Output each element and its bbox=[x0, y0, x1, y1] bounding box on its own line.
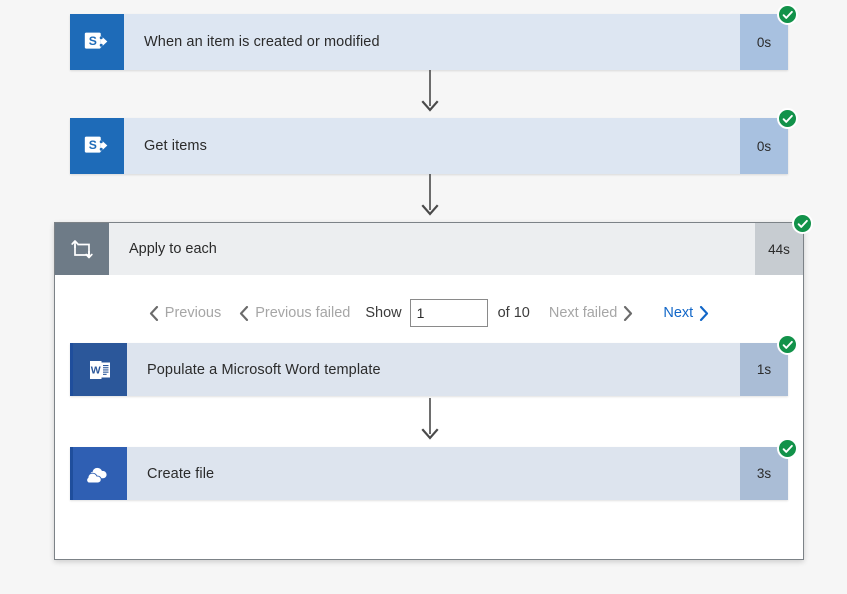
check-circle-icon bbox=[777, 334, 798, 355]
loop-iteration-pager: Previous Previous failed Show of 10 Next… bbox=[55, 291, 803, 335]
check-circle-icon bbox=[777, 438, 798, 459]
flow-step-title: Populate a Microsoft Word template bbox=[147, 361, 381, 378]
apply-to-each-title: Apply to each bbox=[129, 241, 217, 257]
svg-text:W: W bbox=[91, 364, 101, 376]
next-failed-button[interactable]: Next failed bbox=[540, 305, 643, 321]
apply-to-each-header[interactable]: Apply to each 44s bbox=[55, 223, 803, 275]
next-button[interactable]: Next bbox=[654, 305, 718, 321]
next-failed-button-label: Next failed bbox=[548, 305, 618, 321]
previous-button[interactable]: Previous bbox=[140, 305, 230, 321]
flow-connector-arrow bbox=[418, 398, 442, 442]
previous-button-label: Previous bbox=[164, 305, 222, 321]
page-number-input[interactable] bbox=[409, 299, 488, 327]
page-total-label: of 10 bbox=[497, 305, 530, 321]
check-circle-icon bbox=[777, 4, 798, 25]
previous-failed-button-label: Previous failed bbox=[255, 305, 351, 321]
chevron-left-icon bbox=[239, 305, 249, 321]
show-label: Show bbox=[365, 305, 402, 321]
flow-step-card[interactable]: Create file 3s bbox=[70, 447, 788, 500]
flow-connector-arrow bbox=[418, 70, 442, 114]
flow-step-title: When an item is created or modified bbox=[144, 34, 380, 50]
flow-step-title: Create file bbox=[147, 465, 215, 482]
previous-failed-button[interactable]: Previous failed bbox=[230, 305, 359, 321]
onedrive-icon bbox=[73, 447, 127, 500]
chevron-right-icon bbox=[623, 305, 633, 321]
check-circle-icon bbox=[777, 108, 798, 129]
svg-text:S: S bbox=[89, 34, 97, 48]
sharepoint-icon: S bbox=[70, 118, 124, 174]
repeat-loop-icon bbox=[55, 223, 109, 275]
sharepoint-icon: S bbox=[70, 14, 124, 70]
flow-step-card[interactable]: S When an item is created or modified 0s bbox=[70, 14, 788, 70]
flow-step-card[interactable]: S Get items 0s bbox=[70, 118, 788, 174]
chevron-left-icon bbox=[149, 305, 159, 321]
next-button-label: Next bbox=[663, 305, 694, 321]
flow-step-card[interactable]: W Populate a Microsoft Word template 1s bbox=[70, 343, 788, 396]
word-icon: W bbox=[73, 343, 127, 396]
check-circle-icon bbox=[792, 213, 813, 234]
flow-step-title: Get items bbox=[144, 138, 207, 154]
chevron-right-icon bbox=[699, 305, 709, 321]
flow-connector-arrow bbox=[418, 174, 442, 218]
svg-text:S: S bbox=[89, 138, 97, 152]
